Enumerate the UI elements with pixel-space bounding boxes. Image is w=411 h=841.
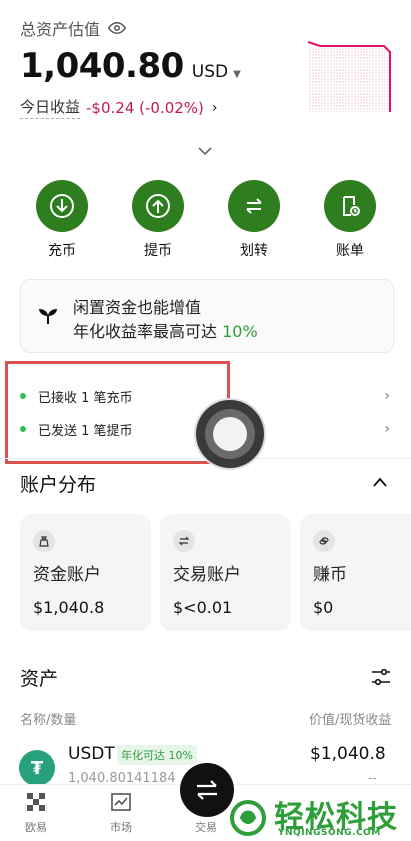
highlight-box <box>5 361 230 464</box>
okx-logo-icon <box>27 793 45 811</box>
filter-icon[interactable] <box>370 666 392 688</box>
account-card-fund[interactable]: 资金账户 $1,040.8 <box>20 514 151 631</box>
account-card-trading[interactable]: 交易账户 $<0.01 <box>160 514 291 631</box>
account-card-earn[interactable]: 赚币 $0 <box>300 514 411 631</box>
transfer-icon <box>228 180 280 232</box>
swap-arrows-icon <box>197 780 217 800</box>
account-name: 赚币 <box>313 565 347 585</box>
withdraw-label: 提币 <box>144 243 172 259</box>
watermark-logo-icon <box>230 800 266 836</box>
watermark-url: YNQINGSONG.COM <box>278 828 381 838</box>
account-name: 交易账户 <box>173 565 241 585</box>
caret-down-icon[interactable]: ▼ <box>233 69 241 80</box>
deposit-label: 充币 <box>48 243 76 259</box>
withdraw-button[interactable]: 提币 <box>128 180 188 260</box>
eye-icon[interactable] <box>108 19 127 37</box>
assistive-touch-core <box>213 417 247 451</box>
earn-badge: 年化可达 10% <box>117 745 197 765</box>
assistive-touch-button[interactable] <box>196 400 264 468</box>
account-value: $0 <box>313 598 334 617</box>
account-value: $<0.01 <box>173 598 233 617</box>
chevron-right-icon: › <box>384 421 390 437</box>
distribution-title: 账户分布 <box>20 474 97 496</box>
today-pnl-row[interactable]: 今日收益 -$0.24 (-0.02%) › <box>20 96 218 119</box>
promo-rate: 10% <box>222 322 258 341</box>
total-assets-title: 总资产估值 <box>20 20 101 39</box>
watermark: 轻松科技 YNQINGSONG.COM <box>226 794 411 841</box>
collapse-chevron-icon[interactable] <box>372 476 388 488</box>
usdt-logo-icon: ₮ <box>19 750 55 786</box>
bill-label: 账单 <box>336 243 364 259</box>
transfer-button[interactable]: 划转 <box>224 180 284 260</box>
earn-promo-card[interactable]: 闲置资金也能增值 年化收益率最高可达 10% <box>20 279 394 353</box>
chevron-right-icon: › <box>384 388 390 404</box>
balance-amount: 1,040.80 <box>20 46 184 86</box>
tab-label: 交易 <box>195 821 217 834</box>
promo-subtitle: 年化收益率最高可达 10% <box>73 318 258 342</box>
tab-label: 市场 <box>110 821 132 834</box>
tab-market[interactable]: 市场 <box>91 785 151 835</box>
chevron-right-icon: › <box>211 99 218 116</box>
assistive-touch-ring <box>205 409 255 459</box>
today-pnl-value: -$0.24 (-0.02%) <box>86 98 204 117</box>
account-name: 资金账户 <box>33 565 101 585</box>
account-value: $1,040.8 <box>33 598 105 617</box>
asset-symbol[interactable]: USDT <box>68 744 115 764</box>
fund-bag-icon <box>33 530 55 552</box>
withdraw-icon <box>132 180 184 232</box>
promo-subtitle-text: 年化收益率最高可达 <box>73 322 223 341</box>
assets-title: 资产 <box>20 668 59 690</box>
balance-sparkline <box>307 41 391 112</box>
promo-title: 闲置资金也能增值 <box>73 298 202 317</box>
column-header-name: 名称/数量 <box>20 713 77 728</box>
bill-icon <box>324 180 376 232</box>
chart-icon <box>111 793 131 811</box>
sprout-icon <box>39 309 57 324</box>
asset-value: $1,040.8 <box>310 744 386 764</box>
deposit-button[interactable]: 充币 <box>32 180 92 260</box>
swap-icon <box>173 530 195 552</box>
bill-button[interactable]: 账单 <box>320 180 380 260</box>
balance-display: 1,040.80 USD ▼ <box>20 46 241 86</box>
deposit-icon <box>36 180 88 232</box>
tab-okx[interactable]: 欧易 <box>6 785 66 835</box>
currency-selector[interactable]: USD <box>192 62 228 82</box>
transfer-label: 划转 <box>240 243 268 259</box>
today-pnl-label: 今日收益 <box>20 96 81 119</box>
total-assets-label: 总资产估值 <box>20 16 127 40</box>
tab-label: 欧易 <box>25 821 47 834</box>
asset-earnings: -- <box>368 771 377 785</box>
column-header-value: 价值/现货收益 <box>309 713 392 728</box>
expand-chevron-icon[interactable] <box>196 144 214 158</box>
coins-icon <box>313 530 335 552</box>
